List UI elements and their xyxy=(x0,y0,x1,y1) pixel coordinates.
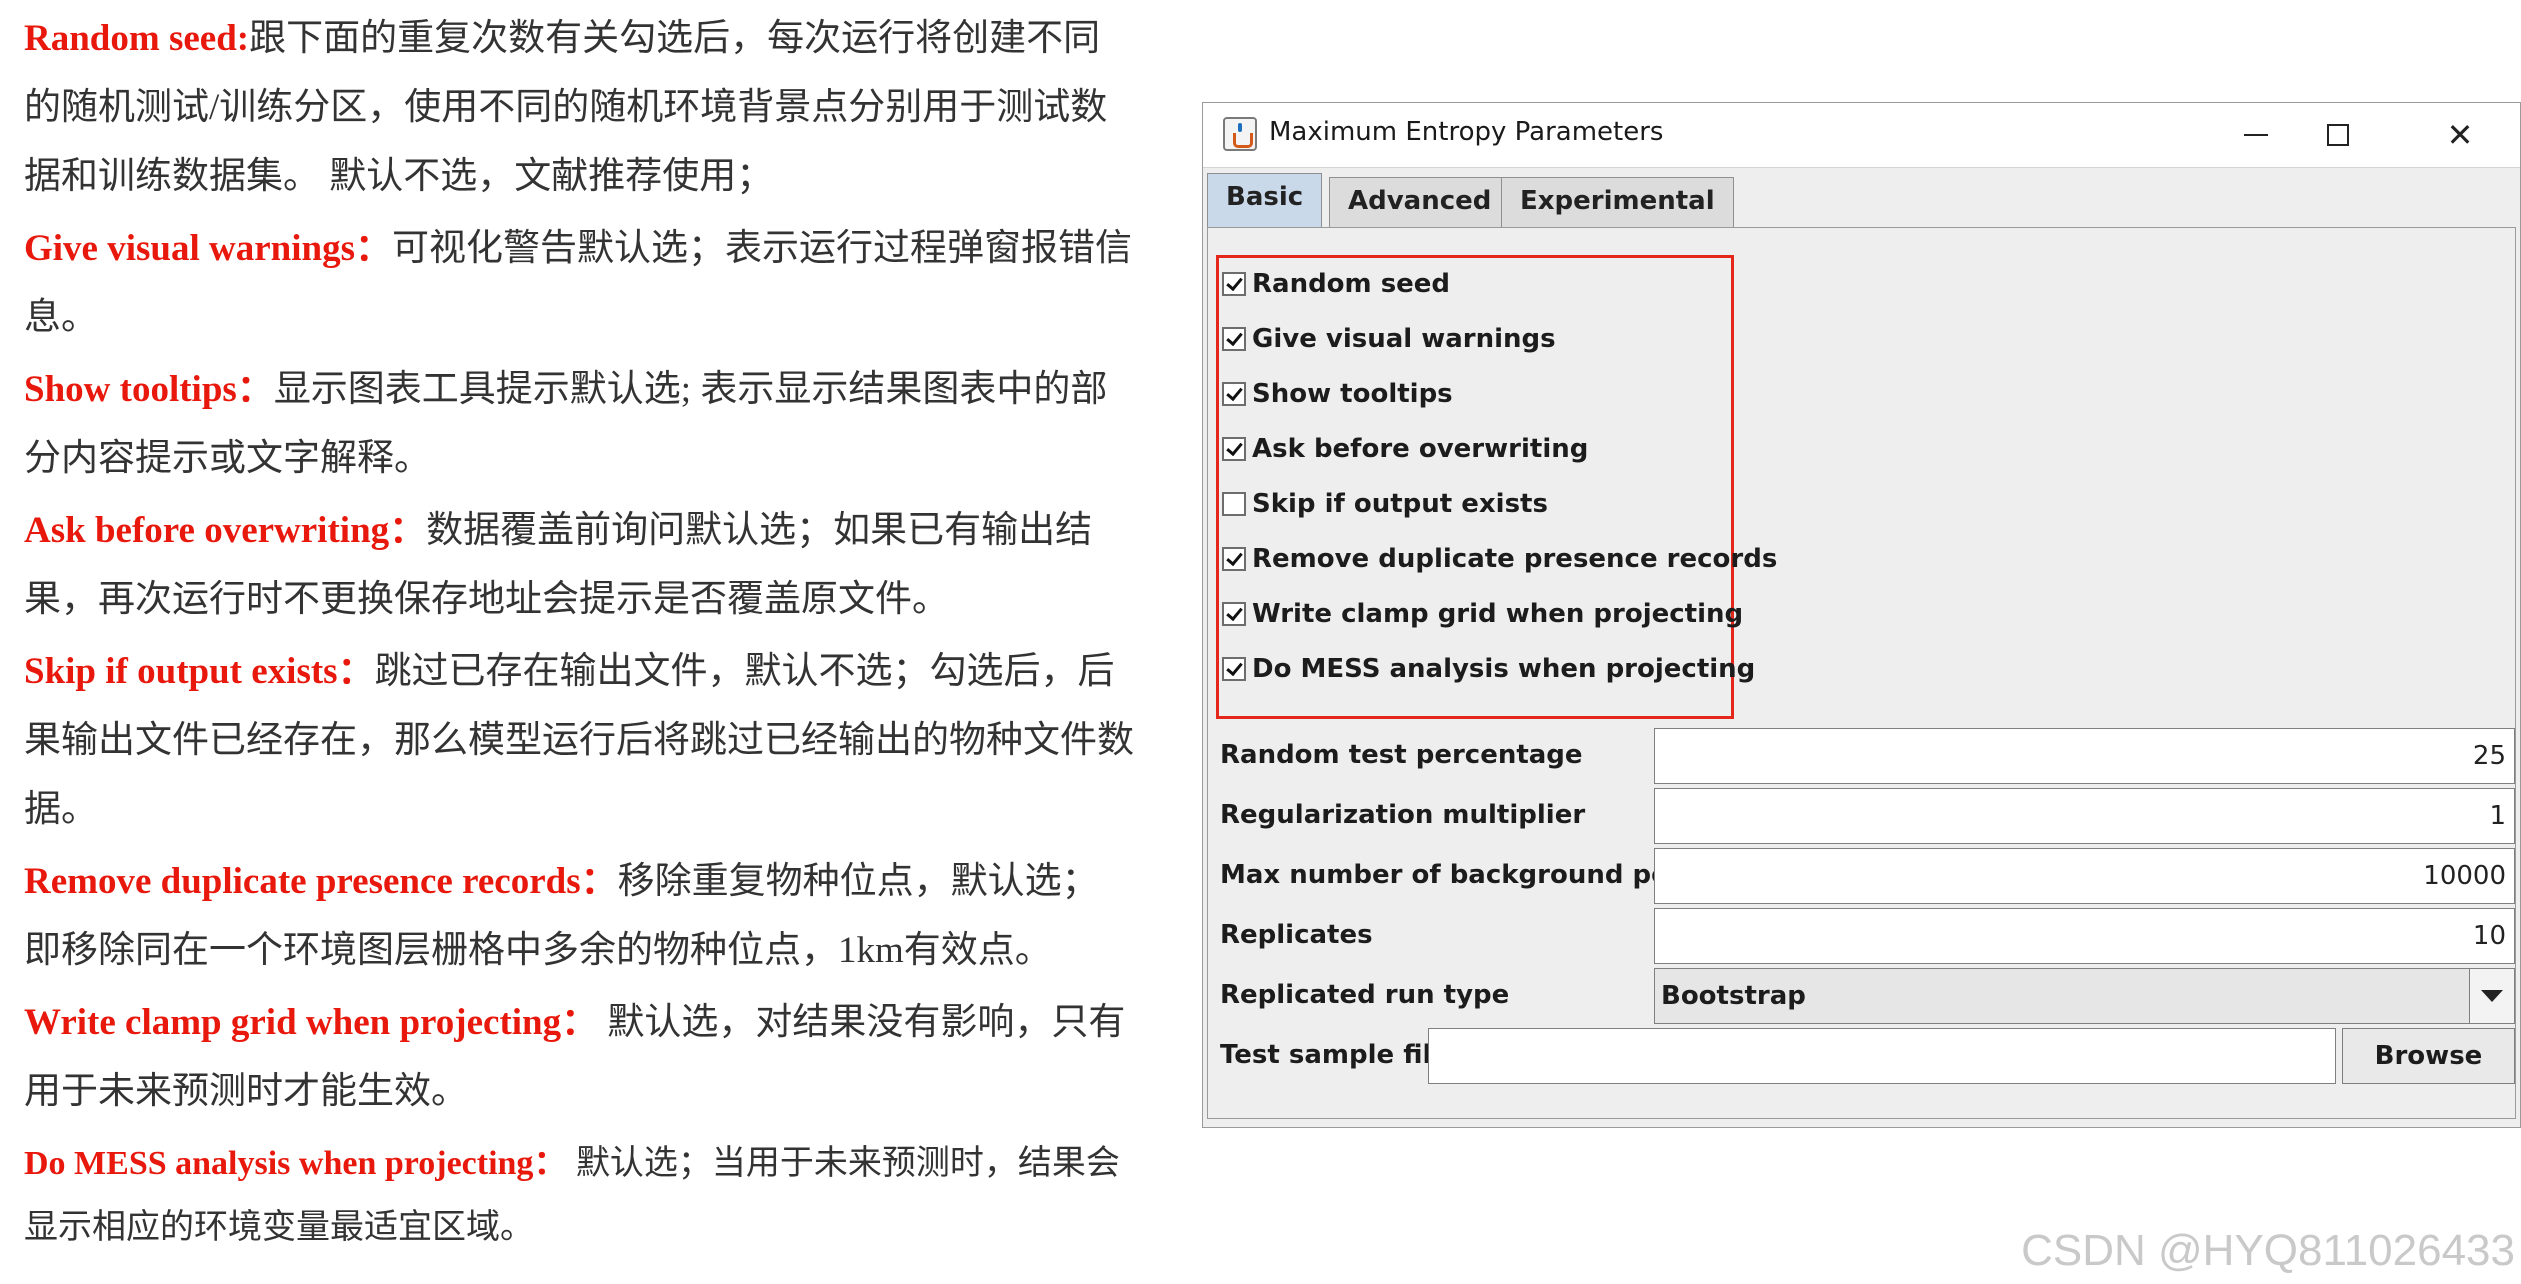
close-button[interactable]: ✕ xyxy=(2415,109,2505,161)
doc-entry-clamp-grid: Write clamp grid when projecting： 默认选，对结… xyxy=(24,988,1134,1126)
option-random-seed[interactable]: Random seed xyxy=(1222,264,1450,304)
checkbox[interactable] xyxy=(1222,657,1246,681)
checkbox[interactable] xyxy=(1222,547,1246,571)
option-write-clamp-grid[interactable]: Write clamp grid when projecting xyxy=(1222,594,1743,634)
doc-term: Show tooltips： xyxy=(24,369,274,410)
option-give-visual-warnings[interactable]: Give visual warnings xyxy=(1222,319,1556,359)
option-ask-before-overwriting[interactable]: Ask before overwriting xyxy=(1222,429,1588,469)
documentation-text: Random seed:跟下面的重复次数有关勾选后，每次运行将创建不同的随机测试… xyxy=(24,4,1134,1263)
max-background-points-input[interactable] xyxy=(1654,848,2515,904)
option-label: Skip if output exists xyxy=(1252,489,1548,519)
tab-experimental[interactable]: Experimental xyxy=(1501,177,1734,227)
doc-entry-remove-duplicates: Remove duplicate presence records：移除重复物种… xyxy=(24,847,1134,985)
maxent-parameters-dialog: Maximum Entropy Parameters ✕ Basic Advan… xyxy=(1202,102,2521,1128)
option-label: Give visual warnings xyxy=(1252,324,1556,354)
option-label: Show tooltips xyxy=(1252,379,1453,409)
regularization-multiplier-input[interactable] xyxy=(1654,788,2515,844)
maximize-icon xyxy=(2327,124,2349,146)
tab-bar: Basic Advanced Experimental xyxy=(1207,171,2520,227)
doc-term: Do MESS analysis when projecting： xyxy=(24,1145,568,1182)
doc-entry-skip-output: Skip if output exists：跳过已存在输出文件，默认不选；勾选后… xyxy=(24,637,1134,844)
option-label: Do MESS analysis when projecting xyxy=(1252,654,1756,684)
option-label: Ask before overwriting xyxy=(1252,434,1589,464)
basic-tab-panel: Random seed Give visual warnings Show to… xyxy=(1207,227,2516,1119)
test-sample-file-input[interactable] xyxy=(1428,1028,2336,1084)
selected-value: Bootstrap xyxy=(1661,981,1806,1011)
field-random-test-percentage: Random test percentage xyxy=(1208,728,2515,784)
field-label: Replicated run type xyxy=(1220,980,1510,1010)
doc-term: Give visual warnings： xyxy=(24,228,392,269)
checkbox[interactable] xyxy=(1222,492,1246,516)
checkbox[interactable] xyxy=(1222,272,1246,296)
replicated-run-type-select[interactable]: Bootstrap xyxy=(1654,968,2515,1024)
browse-button[interactable]: Browse xyxy=(2342,1028,2515,1084)
checkbox[interactable] xyxy=(1222,437,1246,461)
field-label: Max number of background points xyxy=(1220,860,1725,890)
window-title: Maximum Entropy Parameters xyxy=(1269,117,1664,147)
checkbox[interactable] xyxy=(1222,382,1246,406)
field-label: Test sample file xyxy=(1220,1040,1450,1070)
checkbox[interactable] xyxy=(1222,327,1246,351)
doc-entry-random-seed: Random seed:跟下面的重复次数有关勾选后，每次运行将创建不同的随机测试… xyxy=(24,4,1134,211)
replicates-input[interactable] xyxy=(1654,908,2515,964)
checkbox[interactable] xyxy=(1222,602,1246,626)
minimize-icon xyxy=(2244,134,2268,136)
close-icon: ✕ xyxy=(2446,116,2474,154)
title-bar[interactable]: Maximum Entropy Parameters ✕ xyxy=(1203,103,2520,168)
field-label: Random test percentage xyxy=(1220,740,1583,770)
field-replicated-run-type: Replicated run type Bootstrap xyxy=(1208,968,2515,1024)
field-max-background-points: Max number of background points xyxy=(1208,848,2515,904)
doc-term: Random seed: xyxy=(24,18,250,59)
tab-advanced[interactable]: Advanced xyxy=(1329,177,1511,227)
field-label: Regularization multiplier xyxy=(1220,800,1586,830)
doc-entry-mess-analysis: Do MESS analysis when projecting： 默认选；当用… xyxy=(24,1132,1134,1260)
doc-term: Ask before overwriting： xyxy=(24,510,427,551)
option-show-tooltips[interactable]: Show tooltips xyxy=(1222,374,1453,414)
minimize-button[interactable] xyxy=(2211,109,2301,161)
option-label: Random seed xyxy=(1252,269,1451,299)
doc-entry-ask-overwriting: Ask before overwriting：数据覆盖前询问默认选；如果已有输出… xyxy=(24,496,1134,634)
doc-term: Remove duplicate presence records： xyxy=(24,861,618,902)
field-test-sample-file: Test sample file Browse xyxy=(1208,1028,2515,1084)
option-remove-duplicates[interactable]: Remove duplicate presence records xyxy=(1222,539,1777,579)
maximize-button[interactable] xyxy=(2293,109,2383,161)
tab-basic[interactable]: Basic xyxy=(1207,173,1323,227)
option-skip-if-output-exists[interactable]: Skip if output exists xyxy=(1222,484,1548,524)
doc-entry-show-tooltips: Show tooltips：显示图表工具提示默认选; 表示显示结果图表中的部分内… xyxy=(24,355,1134,493)
doc-term: Write clamp grid when projecting： xyxy=(24,1002,599,1043)
dropdown-arrow-icon[interactable] xyxy=(2469,969,2514,1023)
doc-term: Skip if output exists： xyxy=(24,651,375,692)
option-label: Write clamp grid when projecting xyxy=(1252,599,1744,629)
doc-entry-visual-warnings: Give visual warnings：可视化警告默认选；表示运行过程弹窗报错… xyxy=(24,214,1134,352)
field-regularization-multiplier: Regularization multiplier xyxy=(1208,788,2515,844)
option-label: Remove duplicate presence records xyxy=(1252,544,1778,574)
field-replicates: Replicates xyxy=(1208,908,2515,964)
field-label: Replicates xyxy=(1220,920,1373,950)
watermark: CSDN @HYQ811026433 xyxy=(2021,1226,2515,1275)
random-test-percentage-input[interactable] xyxy=(1654,728,2515,784)
option-do-mess-analysis[interactable]: Do MESS analysis when projecting xyxy=(1222,649,1755,689)
java-app-icon xyxy=(1223,117,1257,151)
